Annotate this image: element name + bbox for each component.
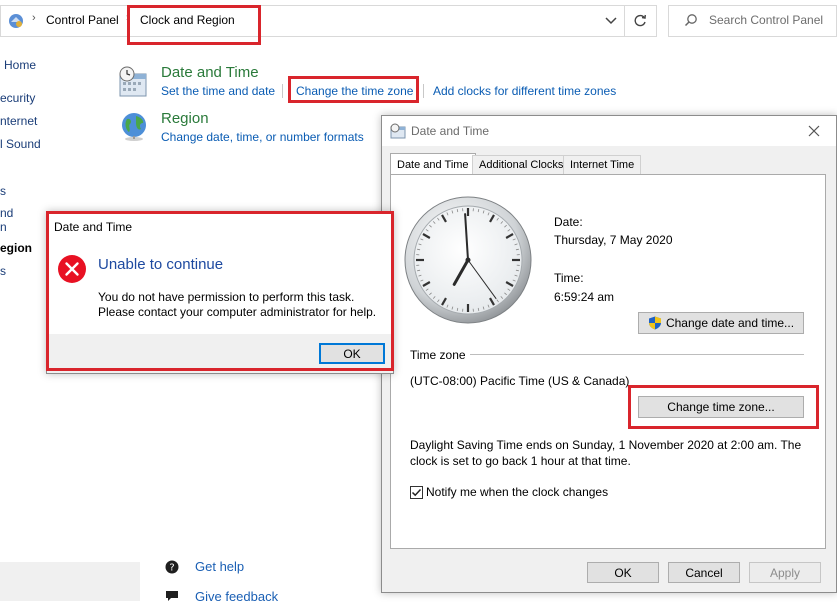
analog-clock (404, 196, 532, 324)
svg-text:?: ? (169, 563, 174, 574)
notify-label[interactable]: Notify me when the clock changes (426, 485, 608, 499)
timezone-value: (UTC-08:00) Pacific Time (US & Canada) (410, 374, 629, 388)
sidebar-item-home[interactable]: Home (4, 58, 36, 72)
date-label: Date: (554, 215, 583, 229)
dialog-cancel-label: Cancel (685, 566, 722, 580)
tab-additional-clocks[interactable]: Additional Clocks (472, 155, 570, 174)
dst-info-line-1: Daylight Saving Time ends on Sunday, 1 N… (410, 438, 801, 452)
change-time-zone-label: Change time zone... (667, 400, 774, 414)
sidebar-item-internet[interactable]: nternet (0, 114, 37, 128)
time-label: Time: (554, 271, 584, 285)
breadcrumb-separator-icon: › (32, 12, 36, 24)
dialog-apply-button[interactable]: Apply (749, 562, 821, 583)
sidebar-item-accounts[interactable]: nd (0, 206, 13, 220)
dialog-apply-label: Apply (770, 566, 800, 580)
sidebar-item-security[interactable]: ecurity (0, 91, 35, 105)
sidebar-bottom-panel (0, 562, 140, 601)
notify-checkbox[interactable] (410, 486, 423, 499)
change-date-time-button[interactable]: Change date and time... (638, 312, 804, 334)
error-ok-button[interactable]: OK (319, 343, 385, 364)
region-globe-icon (119, 110, 151, 142)
help-icon: ? (164, 559, 180, 575)
timezone-divider (470, 354, 804, 355)
sidebar-item-programs[interactable]: s (0, 184, 6, 198)
time-value: 6:59:24 am (554, 290, 614, 304)
link-add-clocks[interactable]: Add clocks for different time zones (433, 84, 616, 98)
sidebar-item-ease[interactable]: s (0, 264, 6, 278)
error-icon (57, 254, 87, 284)
chevron-down-icon[interactable] (604, 14, 618, 28)
change-date-time-label: Change date and time... (666, 316, 794, 330)
link-change-time-zone[interactable]: Change the time zone (296, 84, 413, 98)
address-divider (624, 6, 625, 36)
link-get-help[interactable]: Get help (195, 559, 244, 574)
breadcrumb-clock-and-region[interactable]: Clock and Region (140, 13, 235, 27)
change-time-zone-button[interactable]: Change time zone... (638, 396, 804, 418)
link-divider (423, 84, 424, 98)
link-divider (282, 84, 283, 98)
link-set-time-date[interactable]: Set the time and date (161, 84, 275, 98)
close-icon[interactable] (807, 124, 821, 138)
location-icon (7, 12, 25, 30)
sidebar-item-clock-region[interactable]: egion (0, 241, 32, 255)
dst-info-line-2: clock is set to go back 1 hour at that t… (410, 454, 631, 468)
error-ok-label: OK (343, 347, 360, 361)
breadcrumb-separator-icon: › (126, 12, 130, 24)
date-time-window-icon (390, 123, 406, 139)
link-give-feedback[interactable]: Give feedback (195, 589, 278, 604)
category-title-date-time[interactable]: Date and Time (161, 64, 259, 81)
error-dialog-title: Date and Time (54, 220, 132, 234)
search-icon (684, 13, 698, 27)
sidebar-item-accounts-2[interactable]: n (0, 220, 7, 234)
dialog-ok-label: OK (614, 566, 631, 580)
error-heading: Unable to continue (98, 256, 223, 273)
breadcrumb-control-panel[interactable]: Control Panel (46, 13, 119, 27)
tab-internet-time[interactable]: Internet Time (563, 155, 641, 174)
dialog-title: Date and Time (411, 124, 489, 138)
link-change-formats[interactable]: Change date, time, or number formats (161, 130, 364, 144)
dialog-ok-button[interactable]: OK (587, 562, 659, 583)
search-placeholder: Search Control Panel (709, 13, 823, 27)
timezone-group-header: Time zone (410, 348, 466, 362)
date-value: Thursday, 7 May 2020 (554, 233, 673, 247)
error-message-line-1: You do not have permission to perform th… (98, 290, 354, 304)
category-title-region[interactable]: Region (161, 110, 209, 127)
dialog-cancel-button[interactable]: Cancel (668, 562, 740, 583)
refresh-icon[interactable] (632, 13, 648, 29)
sidebar-item-sound[interactable]: l Sound (0, 137, 41, 151)
tab-date-and-time[interactable]: Date and Time (390, 153, 476, 175)
error-message-line-2: Please contact your computer administrat… (98, 305, 376, 319)
uac-shield-icon (648, 316, 662, 330)
date-time-category-icon (117, 66, 149, 98)
